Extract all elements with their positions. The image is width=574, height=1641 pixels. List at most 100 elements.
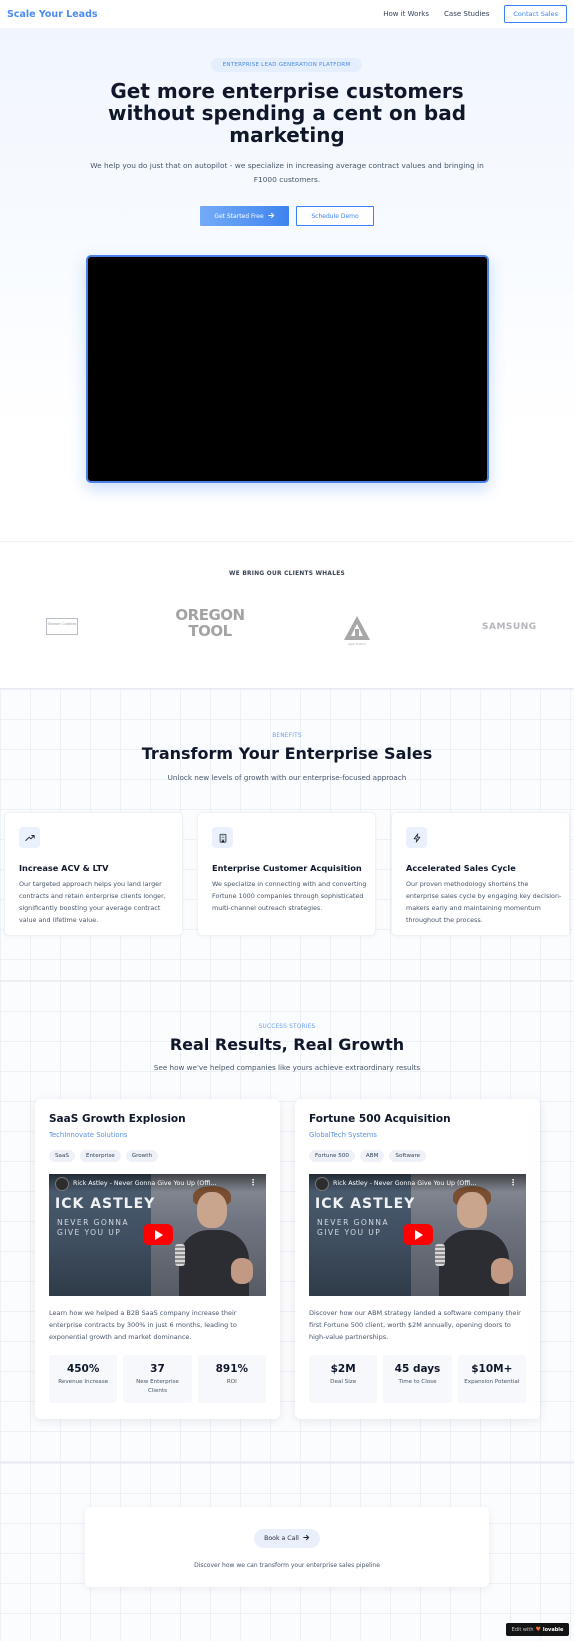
video-overlay-title: ICK ASTLEY — [55, 1196, 156, 1212]
video-title[interactable]: Rick Astley - Never Gonna Give You Up (O… — [73, 1180, 241, 1187]
video-overlay-subtitle: NEVER GONNA GIVE YOU UP — [317, 1218, 389, 1237]
hero-title: Get more enterprise customers without sp… — [107, 79, 467, 147]
book-call-label: Book a Call — [264, 1535, 299, 1542]
cta-subtitle: Discover how we can transform your enter… — [194, 1562, 380, 1569]
stat-label: New Enterprise Clients — [136, 1379, 179, 1394]
arrow-right-icon — [303, 1534, 310, 1543]
tag: Software — [389, 1150, 427, 1162]
hero-video-player[interactable] — [86, 255, 489, 483]
brand-logo[interactable]: Scale Your Leads — [7, 9, 98, 20]
trending-up-icon — [19, 827, 40, 848]
benefit-title: Increase ACV & LTV — [19, 863, 109, 873]
get-started-label: Get Started Free — [214, 212, 264, 220]
clients-title: WE BRING OUR CLIENTS WHALES — [229, 571, 345, 577]
microphone-icon — [435, 1244, 445, 1266]
top-nav: Scale Your Leads How it Works Case Studi… — [0, 0, 574, 28]
case-description: Discover how our ABM strategy landed a s… — [309, 1309, 521, 1341]
case-company[interactable]: GlobalTech Systems — [309, 1131, 377, 1139]
tag: ABM — [359, 1150, 385, 1162]
hero-section: ENTERPRISE LEAD GENERATION PLATFORM Get … — [0, 28, 574, 538]
benefit-description: Our proven methodology shortens the ente… — [406, 880, 562, 924]
microphone-icon — [175, 1244, 185, 1266]
tag: SaaS — [49, 1150, 75, 1162]
case-card-fortune500: Fortune 500 Acquisition GlobalTech Syste… — [295, 1099, 540, 1419]
success-stories-section: SUCCESS STORIES Real Results, Real Growt… — [0, 980, 574, 1462]
benefits-title: Transform Your Enterprise Sales — [141, 744, 433, 763]
stat-label: Revenue Increase — [58, 1379, 109, 1385]
contact-sales-button[interactable]: Contact Sales — [504, 5, 567, 23]
case-tags: SaaS Enterprise Growth — [49, 1150, 158, 1162]
client-logo-ajax-tocco-icon — [343, 615, 371, 641]
stat: 450% Revenue Increase — [49, 1355, 118, 1403]
more-vertical-icon[interactable]: ⋮ — [249, 1178, 257, 1187]
edit-with-lovable-badge[interactable]: Edit with ♥ lovable — [506, 1623, 569, 1636]
case-title: SaaS Growth Explosion — [49, 1113, 186, 1125]
stat: 37 New Enterprise Clients — [123, 1355, 192, 1403]
cta-section: Book a Call Discover how we can transfor… — [0, 1462, 574, 1641]
stat-label: Time to Close — [398, 1379, 437, 1385]
case-company[interactable]: TechInnovate Solutions — [49, 1131, 127, 1139]
youtube-embed[interactable]: ICK ASTLEY NEVER GONNA GIVE YOU UP Rick … — [49, 1174, 266, 1296]
hero-subtitle: We help you do just that on autopilot - … — [90, 161, 484, 184]
channel-avatar[interactable] — [55, 1177, 69, 1191]
case-stats: 450% Revenue Increase 37 New Enterprise … — [49, 1355, 266, 1403]
benefit-description: Our targeted approach helps you land lar… — [19, 880, 166, 924]
video-overlay-subtitle: NEVER GONNA GIVE YOU UP — [57, 1218, 129, 1237]
more-vertical-icon[interactable]: ⋮ — [509, 1178, 517, 1187]
benefits-subtitle: Unlock new levels of growth with our ent… — [167, 773, 407, 782]
stat: 45 days Time to Close — [383, 1355, 452, 1403]
benefit-title: Enterprise Customer Acquisition — [212, 863, 362, 873]
book-call-button[interactable]: Book a Call — [254, 1529, 320, 1548]
arrow-right-icon — [267, 212, 275, 221]
stat-value: $10M+ — [471, 1363, 513, 1375]
stat-value: 450% — [66, 1363, 100, 1375]
badge-brand: lovable — [542, 1626, 564, 1633]
channel-avatar[interactable] — [315, 1177, 329, 1191]
stat-value: 37 — [150, 1363, 165, 1375]
cta-card: Book a Call Discover how we can transfor… — [85, 1507, 489, 1587]
success-title: Real Results, Real Growth — [169, 1035, 405, 1054]
building-icon — [212, 827, 233, 848]
stat-label: Deal Size — [330, 1379, 357, 1385]
play-button-icon[interactable] — [143, 1224, 173, 1245]
heart-icon: ♥ — [535, 1626, 541, 1633]
clients-section: WE BRING OUR CLIENTS WHALES Shower Caddi… — [0, 541, 574, 688]
benefit-card-sales-cycle: Accelerated Sales Cycle Our proven metho… — [391, 812, 570, 936]
video-overlay-title: ICK ASTLEY — [315, 1196, 416, 1212]
benefits-section: BENEFITS Transform Your Enterprise Sales… — [0, 688, 574, 980]
get-started-button[interactable]: Get Started Free — [200, 206, 289, 226]
badge-prefix: Edit with — [511, 1626, 534, 1633]
lightning-icon — [406, 827, 427, 848]
stat-value: $2M — [330, 1363, 356, 1375]
schedule-demo-button[interactable]: Schedule Demo — [296, 206, 374, 226]
stat: 891% ROI — [197, 1355, 266, 1403]
client-logo-samsung: SAMSUNG — [482, 622, 537, 632]
benefits-eyebrow: BENEFITS — [272, 733, 302, 739]
benefit-description: We specialize in connecting with and con… — [212, 880, 367, 912]
stat: $10M+ Expansion Potential — [457, 1355, 526, 1403]
stat-label: ROI — [226, 1379, 237, 1385]
video-title[interactable]: Rick Astley - Never Gonna Give You Up (O… — [333, 1180, 501, 1187]
success-subtitle: See how we've helped companies like your… — [153, 1063, 421, 1072]
case-stats: $2M Deal Size 45 days Time to Close $10M… — [309, 1355, 526, 1403]
hero-badge: ENTERPRISE LEAD GENERATION PLATFORM — [211, 58, 362, 72]
stat-value: 45 days — [394, 1363, 441, 1375]
nav-link-case-studies[interactable]: Case Studies — [444, 10, 489, 18]
benefit-card-acv: Increase ACV & LTV Our targeted approach… — [4, 812, 183, 936]
case-title: Fortune 500 Acquisition — [309, 1113, 451, 1125]
nav-links: How it Works Case Studies Contact Sales — [383, 5, 567, 23]
play-button-icon[interactable] — [403, 1224, 433, 1245]
tag: Growth — [125, 1150, 158, 1162]
tag: Fortune 500 — [309, 1150, 355, 1162]
client-logo-ajax-tocco-label: AJAX TOCCO — [348, 642, 366, 646]
case-description: Learn how we helped a B2B SaaS company i… — [49, 1309, 237, 1341]
client-logo-oregon-tool: OREGON TOOL — [175, 606, 245, 640]
benefit-title: Accelerated Sales Cycle — [406, 863, 516, 873]
benefit-card-acquisition: Enterprise Customer Acquisition We speci… — [197, 812, 376, 936]
success-eyebrow: SUCCESS STORIES — [258, 1024, 316, 1030]
youtube-embed[interactable]: ICK ASTLEY NEVER GONNA GIVE YOU UP Rick … — [309, 1174, 526, 1296]
client-logo-shower-caddies: Shower Caddies — [46, 618, 78, 635]
tag: Enterprise — [79, 1150, 121, 1162]
stat-label: Expansion Potential — [464, 1379, 520, 1385]
nav-link-how-it-works[interactable]: How it Works — [383, 10, 429, 18]
